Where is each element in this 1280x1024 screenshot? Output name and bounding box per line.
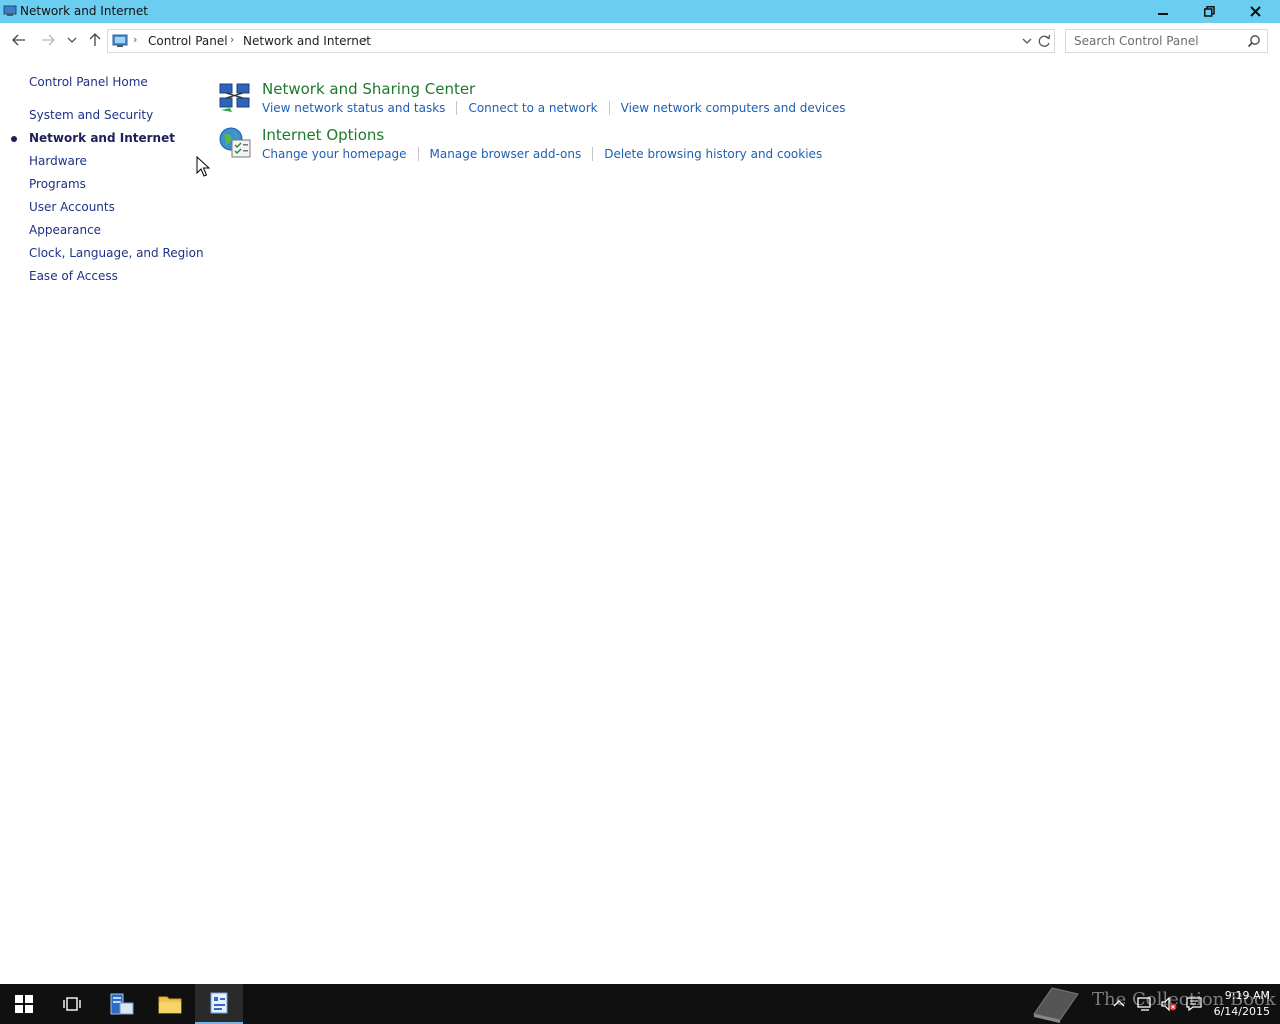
network-tray-button[interactable]: [1136, 995, 1154, 1016]
volume-muted-icon: [1161, 996, 1177, 1012]
file-explorer-button[interactable]: [146, 984, 194, 1024]
clock-time: 9:19 AM: [1224, 989, 1270, 1002]
chevron-up-icon: [1113, 1000, 1125, 1007]
task-view-button[interactable]: [48, 984, 96, 1024]
chevron-right-icon[interactable]: ›: [230, 33, 234, 46]
sidebar-item-clock-language-region[interactable]: Clock, Language, and Region: [29, 246, 204, 260]
control-panel-icon: [210, 992, 228, 1014]
refresh-button[interactable]: [1037, 33, 1051, 52]
recent-locations-button[interactable]: [61, 29, 83, 51]
link-connect-to-network[interactable]: Connect to a network: [468, 101, 597, 115]
link-divider: [417, 147, 419, 161]
forward-arrow-icon: [42, 34, 55, 46]
active-bullet: [11, 136, 17, 142]
control-panel-icon: [112, 33, 128, 52]
chevron-right-icon[interactable]: ›: [133, 33, 137, 46]
network-icon: [1137, 997, 1151, 1011]
breadcrumb-network-and-internet[interactable]: Network and Internet: [243, 34, 371, 48]
notification-icon: [1186, 997, 1202, 1012]
refresh-icon: [1038, 34, 1051, 47]
restore-icon: [1203, 6, 1215, 17]
task-view-icon: [63, 997, 81, 1011]
minimize-button[interactable]: [1140, 0, 1186, 23]
link-manage-addons[interactable]: Manage browser add-ons: [430, 147, 582, 161]
internet-options-icon[interactable]: [218, 126, 252, 160]
sidebar-item-appearance[interactable]: Appearance: [29, 223, 101, 237]
minimize-icon: [1158, 12, 1168, 15]
folder-icon: [158, 996, 182, 1014]
sidebar-item-hardware[interactable]: Hardware: [29, 154, 87, 168]
sidebar-item-user-accounts[interactable]: User Accounts: [29, 200, 115, 214]
action-center-button[interactable]: [1185, 995, 1203, 1016]
category-title[interactable]: Internet Options: [262, 126, 384, 144]
link-divider: [608, 101, 610, 115]
title-bar[interactable]: Network and Internet: [0, 0, 1280, 23]
link-divider: [456, 101, 458, 115]
restore-button[interactable]: [1186, 0, 1232, 23]
server-manager-icon: [110, 993, 134, 1015]
up-button[interactable]: [84, 29, 106, 51]
volume-tray-button[interactable]: [1160, 995, 1178, 1016]
control-panel-taskbar-button[interactable]: [195, 984, 243, 1024]
link-change-homepage[interactable]: Change your homepage: [262, 147, 407, 161]
sidebar-item-programs[interactable]: Programs: [29, 177, 86, 191]
sidebar-item-control-panel-home[interactable]: Control Panel Home: [29, 75, 148, 89]
window-title: Network and Internet: [20, 4, 148, 18]
network-sharing-icon[interactable]: [218, 80, 252, 114]
watermark: The Collection Book: [1030, 984, 1276, 1024]
address-bar[interactable]: › Control Panel › Network and Internet ›: [107, 29, 1055, 53]
server-manager-button[interactable]: [97, 984, 145, 1024]
category-title[interactable]: Network and Sharing Center: [262, 80, 475, 98]
sidebar-item-system-and-security[interactable]: System and Security: [29, 108, 153, 122]
search-input[interactable]: [1074, 33, 1244, 49]
link-delete-browsing-history[interactable]: Delete browsing history and cookies: [604, 147, 822, 161]
clock-date: 6/14/2015: [1213, 1005, 1270, 1018]
show-hidden-icons-button[interactable]: [1113, 995, 1125, 1016]
link-view-network-computers[interactable]: View network computers and devices: [621, 101, 846, 115]
chevron-right-icon[interactable]: ›: [363, 33, 367, 46]
forward-button[interactable]: [37, 29, 59, 51]
link-divider: [592, 147, 594, 161]
chevron-down-icon: [67, 37, 77, 43]
windows-logo-icon: [15, 995, 33, 1013]
close-button[interactable]: [1232, 0, 1278, 23]
category-links: Change your homepage Manage browser add-…: [262, 147, 822, 161]
sidebar-item-network-and-internet[interactable]: Network and Internet: [29, 131, 175, 145]
control-panel-icon: [3, 4, 17, 18]
back-arrow-icon: [12, 34, 25, 46]
taskbar: The Collection Book 9:19 AM 6/14/2015: [0, 984, 1280, 1024]
search-box[interactable]: [1065, 29, 1268, 53]
close-icon: [1249, 6, 1261, 17]
up-arrow-icon: [89, 33, 101, 46]
search-icon[interactable]: [1247, 34, 1261, 51]
mouse-cursor-icon: [196, 155, 211, 181]
start-button[interactable]: [0, 984, 48, 1024]
breadcrumb-control-panel[interactable]: Control Panel: [148, 34, 228, 48]
back-button[interactable]: [8, 29, 30, 51]
book-logo-icon: [1033, 987, 1079, 1023]
address-history-button[interactable]: [1022, 34, 1032, 51]
chevron-down-icon: [1022, 38, 1032, 44]
link-view-network-status[interactable]: View network status and tasks: [262, 101, 445, 115]
sidebar-item-ease-of-access[interactable]: Ease of Access: [29, 269, 118, 283]
clock[interactable]: 9:19 AM 6/14/2015: [1208, 988, 1270, 1020]
category-links: View network status and tasks Connect to…: [262, 101, 845, 115]
